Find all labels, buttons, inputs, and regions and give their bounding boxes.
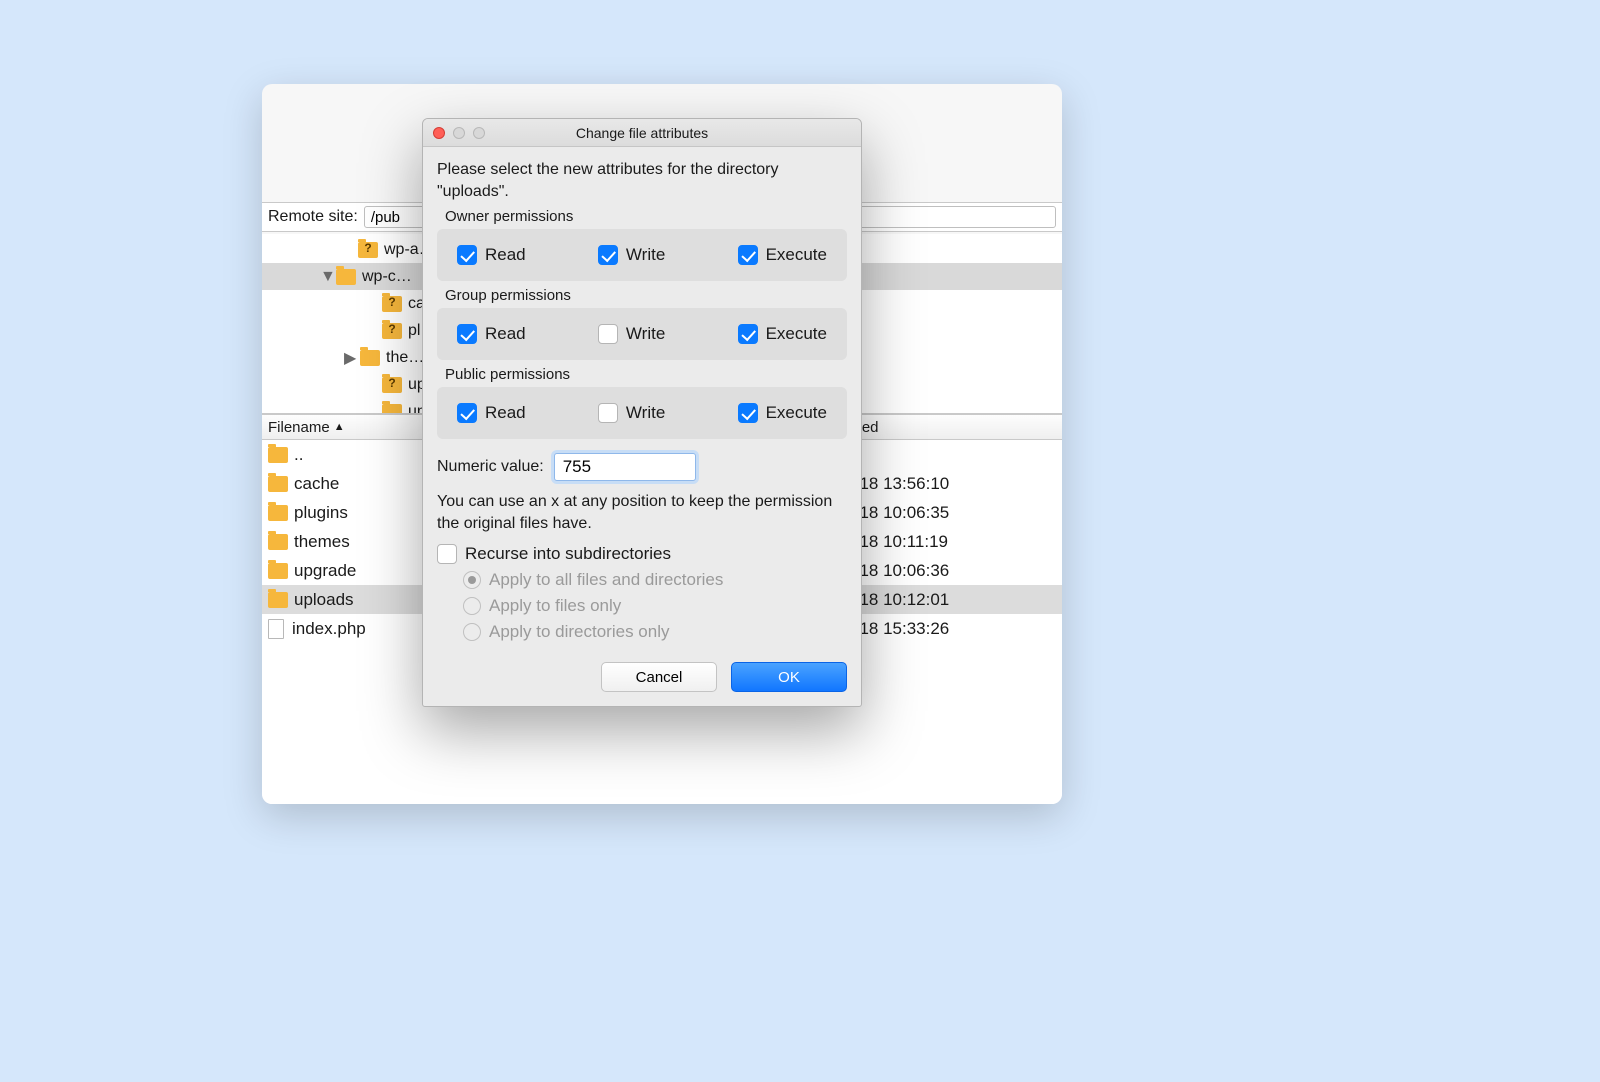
checkbox[interactable]: [598, 245, 618, 265]
permission-group: Read Write Execute: [437, 229, 847, 281]
permission-group-label: Group permissions: [445, 287, 847, 304]
recurse-option-label: Apply to all files and directories: [489, 570, 723, 590]
radio-icon: [463, 571, 481, 589]
recurse-checkbox-row[interactable]: Recurse into subdirectories: [437, 544, 847, 564]
folder-icon: [268, 563, 288, 579]
checkbox[interactable]: [738, 245, 758, 265]
recurse-checkbox[interactable]: [437, 544, 457, 564]
recurse-label: Recurse into subdirectories: [465, 544, 671, 564]
permission-write[interactable]: Write: [598, 324, 665, 344]
window-minimize-icon: [453, 127, 465, 139]
file-name: plugins: [294, 503, 348, 523]
numeric-value-input[interactable]: [554, 453, 696, 481]
checkbox[interactable]: [457, 324, 477, 344]
radio-icon: [463, 623, 481, 641]
recurse-option: Apply to all files and directories: [463, 570, 847, 590]
permission-group-label: Public permissions: [445, 366, 847, 383]
permission-label: Write: [626, 245, 665, 265]
recurse-radio-group: Apply to all files and directories Apply …: [463, 570, 847, 642]
folder-icon: [268, 447, 288, 463]
permission-group-label: Owner permissions: [445, 208, 847, 225]
file-name: themes: [294, 532, 350, 552]
tree-item-label: the…: [386, 349, 424, 367]
folder-icon: [268, 592, 288, 608]
permission-label: Read: [485, 245, 526, 265]
folder-icon: [360, 350, 380, 366]
dialog-body: Please select the new attributes for the…: [423, 147, 861, 706]
remote-site-label: Remote site:: [268, 208, 358, 226]
numeric-value-row: Numeric value:: [437, 453, 847, 481]
recurse-option: Apply to files only: [463, 596, 847, 616]
checkbox[interactable]: [598, 403, 618, 423]
disclosure-triangle-icon[interactable]: ▶: [344, 348, 356, 368]
permission-label: Write: [626, 324, 665, 344]
folder-icon: [336, 269, 356, 285]
window-zoom-icon: [473, 127, 485, 139]
file-attributes-dialog: Change file attributes Please select the…: [422, 118, 862, 707]
permission-read[interactable]: Read: [457, 245, 526, 265]
cancel-button[interactable]: Cancel: [601, 662, 717, 692]
dialog-titlebar[interactable]: Change file attributes: [423, 119, 861, 147]
permission-execute[interactable]: Execute: [738, 245, 827, 265]
permission-label: Read: [485, 403, 526, 423]
permission-label: Execute: [766, 245, 827, 265]
column-filename-label: Filename: [268, 419, 330, 436]
checkbox[interactable]: [457, 403, 477, 423]
disclosure-triangle-icon[interactable]: ▼: [320, 268, 332, 286]
file-name: uploads: [294, 590, 354, 610]
folder-icon: [268, 476, 288, 492]
file-name: index.php: [292, 619, 366, 639]
recurse-option-label: Apply to directories only: [489, 622, 669, 642]
permission-write[interactable]: Write: [598, 245, 665, 265]
permission-label: Execute: [766, 324, 827, 344]
tree-item-label: wp-c…: [362, 268, 412, 286]
ok-button[interactable]: OK: [731, 662, 847, 692]
dialog-title: Change file attributes: [423, 125, 861, 141]
folder-icon: [382, 323, 402, 339]
permission-label: Read: [485, 324, 526, 344]
numeric-value-label: Numeric value:: [437, 458, 544, 476]
permission-write[interactable]: Write: [598, 403, 665, 423]
window-close-icon[interactable]: [433, 127, 445, 139]
numeric-hint: You can use an x at any position to keep…: [437, 491, 847, 534]
file-name: ..: [294, 445, 303, 465]
permission-execute[interactable]: Execute: [738, 324, 827, 344]
folder-icon: [268, 534, 288, 550]
permission-label: Write: [626, 403, 665, 423]
permission-group: Read Write Execute: [437, 387, 847, 439]
checkbox[interactable]: [598, 324, 618, 344]
radio-icon: [463, 597, 481, 615]
checkbox[interactable]: [457, 245, 477, 265]
folder-icon: [382, 296, 402, 312]
permission-group: Read Write Execute: [437, 308, 847, 360]
file-icon: [268, 619, 284, 639]
file-name: cache: [294, 474, 339, 494]
dialog-intro: Please select the new attributes for the…: [437, 159, 847, 202]
sort-asc-icon: ▲: [334, 421, 345, 433]
checkbox[interactable]: [738, 324, 758, 344]
permission-read[interactable]: Read: [457, 403, 526, 423]
folder-icon: [382, 404, 402, 415]
permission-read[interactable]: Read: [457, 324, 526, 344]
folder-icon: [382, 377, 402, 393]
checkbox[interactable]: [738, 403, 758, 423]
folder-icon: [268, 505, 288, 521]
recurse-option: Apply to directories only: [463, 622, 847, 642]
file-name: upgrade: [294, 561, 356, 581]
permission-execute[interactable]: Execute: [738, 403, 827, 423]
recurse-option-label: Apply to files only: [489, 596, 621, 616]
dialog-button-row: Cancel OK: [437, 662, 847, 692]
permission-label: Execute: [766, 403, 827, 423]
folder-icon: [358, 242, 378, 258]
